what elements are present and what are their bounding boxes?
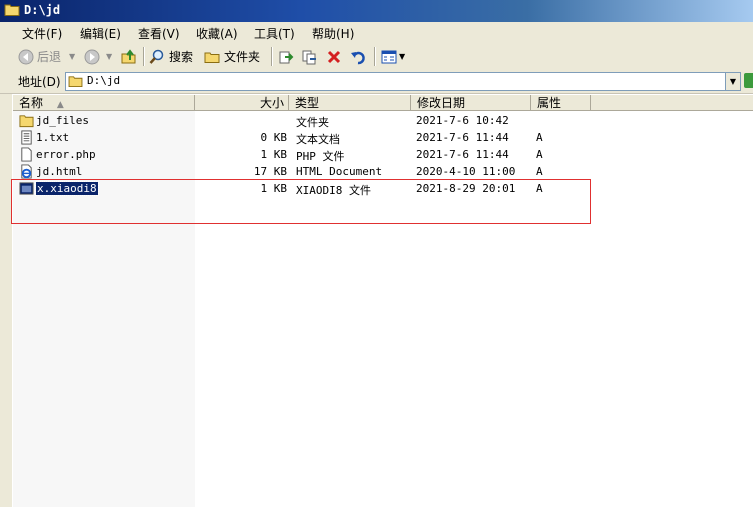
views-button[interactable]: ▼ xyxy=(381,47,405,66)
column-name-label: 名称 xyxy=(19,96,44,110)
file-attr: A xyxy=(536,148,543,161)
move-to-button[interactable] xyxy=(278,47,294,66)
file-size: 0 KB xyxy=(260,131,288,144)
address-label: 地址(D) xyxy=(18,75,61,89)
column-type-label: 类型 xyxy=(295,96,320,110)
column-header-size[interactable]: 大小 xyxy=(195,95,289,111)
toolbar-separator xyxy=(143,47,145,66)
menu-tools[interactable]: 工具(T) xyxy=(254,25,295,42)
file-date: 2021-7-6 11:44 xyxy=(416,131,509,144)
ie-document-icon xyxy=(21,164,32,179)
file-row[interactable]: jd_files 文件夹 2021-7-6 10:42 xyxy=(13,112,613,129)
search-label: 搜索 xyxy=(169,50,194,64)
file-type: 文本文档 xyxy=(296,133,340,146)
delete-icon xyxy=(327,50,341,63)
go-button[interactable] xyxy=(744,73,753,88)
file-attr: A xyxy=(536,165,543,178)
search-button[interactable]: 搜索 xyxy=(149,47,193,66)
copy-to-icon xyxy=(302,50,316,64)
folder-icon xyxy=(68,76,83,87)
forward-dropdown-icon[interactable]: ▼ xyxy=(106,52,112,61)
folders-label: 文件夹 xyxy=(224,50,261,64)
file-type: 文件夹 xyxy=(296,116,329,129)
menu-help[interactable]: 帮助(H) xyxy=(312,25,354,42)
file-row[interactable]: 1.txt 0 KB 文本文档 2021-7-6 11:44 A xyxy=(13,129,613,146)
copy-to-button[interactable] xyxy=(302,47,318,66)
toolbar-separator xyxy=(271,47,273,66)
file-type: HTML Document xyxy=(296,165,383,178)
folder-icon xyxy=(4,4,20,16)
file-size: 1 KB xyxy=(260,148,288,161)
toolbar: 后退 ▼ ▼ 搜索 文件夹 ▼ xyxy=(0,43,753,71)
up-folder-icon xyxy=(121,48,136,63)
address-value: D:\jd xyxy=(87,74,121,87)
address-dropdown-button[interactable]: ▼ xyxy=(725,72,741,91)
views-icon xyxy=(381,50,397,63)
column-header-name[interactable]: 名称 ▲ xyxy=(13,95,195,111)
back-dropdown-icon[interactable]: ▼ xyxy=(69,52,75,61)
search-icon xyxy=(149,49,164,64)
back-button[interactable]: 后退 ▼ xyxy=(18,47,75,66)
toolbar-separator xyxy=(374,47,376,66)
title-bar[interactable] xyxy=(0,0,753,22)
address-input[interactable] xyxy=(65,72,727,91)
forward-arrow-icon xyxy=(84,49,100,64)
text-file-icon xyxy=(21,130,32,145)
menu-bar: 文件(F) 编辑(E) 查看(V) 收藏(A) 工具(T) 帮助(H) xyxy=(0,22,753,44)
delete-button[interactable] xyxy=(326,47,342,66)
file-icon xyxy=(21,147,32,162)
window-title: D:\jd xyxy=(24,3,61,17)
back-arrow-icon xyxy=(18,49,34,64)
column-header-filler xyxy=(591,95,753,111)
forward-button[interactable]: ▼ xyxy=(84,47,112,66)
column-attr-label: 属性 xyxy=(537,96,562,110)
undo-button[interactable] xyxy=(350,47,366,66)
file-date: 2021-7-6 10:42 xyxy=(416,114,509,127)
file-row[interactable]: jd.html 17 KB HTML Document 2020-4-10 11… xyxy=(13,163,613,180)
folders-icon xyxy=(204,52,220,63)
folders-button[interactable]: 文件夹 xyxy=(204,47,260,66)
file-attr: A xyxy=(536,131,543,144)
menu-view[interactable]: 查看(V) xyxy=(138,25,180,42)
annotation-highlight-box xyxy=(11,179,591,224)
column-header-type[interactable]: 类型 xyxy=(289,95,411,111)
file-date: 2021-7-6 11:44 xyxy=(416,148,509,161)
folder-icon xyxy=(19,115,34,128)
menu-edit[interactable]: 编辑(E) xyxy=(80,25,121,42)
back-label: 后退 xyxy=(37,50,62,64)
column-header-date[interactable]: 修改日期 xyxy=(411,95,531,111)
menu-file[interactable]: 文件(F) xyxy=(22,25,62,42)
views-dropdown-icon[interactable]: ▼ xyxy=(399,52,405,61)
column-header-attr[interactable]: 属性 xyxy=(531,95,591,111)
up-folder-button[interactable] xyxy=(121,47,137,66)
column-size-label: 大小 xyxy=(259,96,284,110)
file-name: error.php xyxy=(36,148,96,161)
file-name: jd_files xyxy=(36,114,89,127)
file-size: 17 KB xyxy=(253,165,287,178)
undo-icon xyxy=(351,51,365,64)
file-name: jd.html xyxy=(36,165,83,178)
move-to-icon xyxy=(279,51,294,63)
file-type: PHP 文件 xyxy=(296,150,345,163)
menu-favorites[interactable]: 收藏(A) xyxy=(196,25,238,42)
file-name: 1.txt xyxy=(36,131,70,144)
column-date-label: 修改日期 xyxy=(417,96,466,110)
sort-ascending-icon: ▲ xyxy=(56,100,64,110)
file-row[interactable]: error.php 1 KB PHP 文件 2021-7-6 11:44 A xyxy=(13,146,613,163)
file-date: 2020-4-10 11:00 xyxy=(416,165,516,178)
